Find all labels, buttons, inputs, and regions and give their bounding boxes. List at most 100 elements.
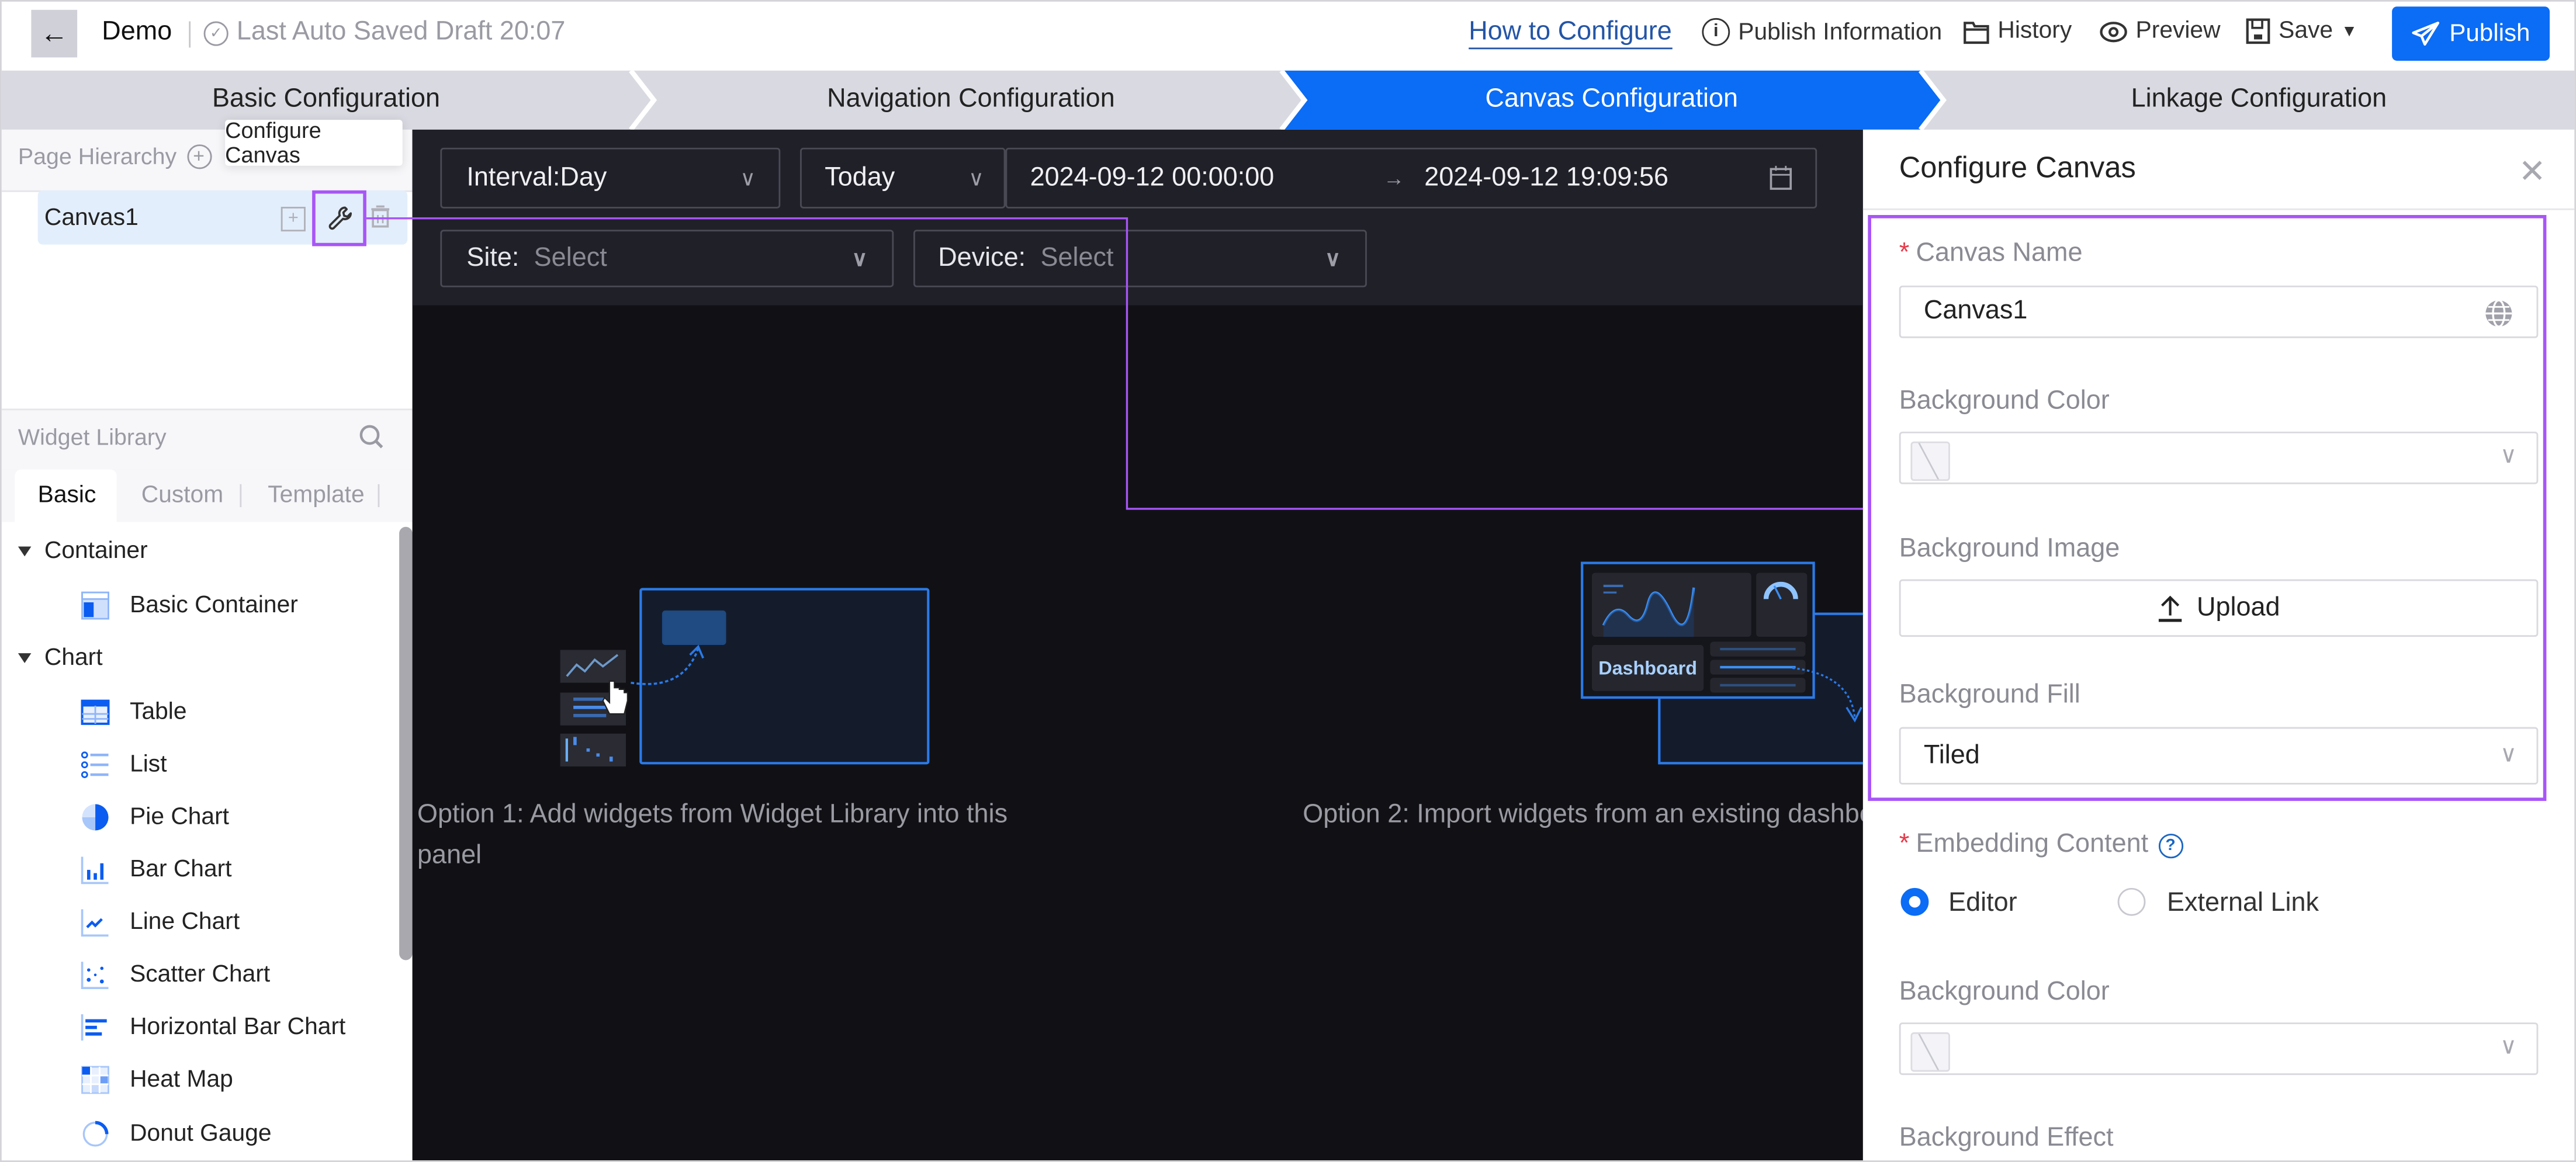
upload-label: Upload (2196, 593, 2280, 622)
publish-information-label: Publish Information (1738, 19, 1943, 46)
widget-donut-gauge[interactable]: Donut Gauge (81, 1118, 272, 1150)
interval-value: Interval:Day (466, 163, 607, 192)
range-value: Today (825, 163, 895, 192)
option1-text: Option 1: Add widgets from Widget Librar… (417, 800, 1008, 870)
step-canvas-configuration[interactable]: Canvas Configuration (1292, 71, 1932, 130)
preview-button[interactable]: Preview (2100, 18, 2221, 44)
widget-library-title: Widget Library (18, 423, 167, 450)
bg-color2-label: Background Color (1899, 978, 2110, 1007)
widget-label: Donut Gauge (130, 1121, 272, 1147)
container-icon (81, 591, 109, 620)
scrollbar[interactable] (399, 526, 413, 960)
delete-icon[interactable] (371, 205, 390, 228)
history-label: History (1997, 18, 2072, 44)
tab-template[interactable]: Template (268, 483, 364, 509)
step-linkage-configuration[interactable]: Linkage Configuration (1940, 71, 2574, 130)
widget-list[interactable]: List (81, 748, 167, 781)
how-to-configure-link[interactable]: How to Configure (1469, 18, 1672, 50)
canvas-name-value: Canvas1 (1923, 297, 2028, 325)
tab-basic[interactable]: Basic (38, 483, 96, 509)
chevron-down-icon: ∨ (968, 165, 984, 190)
widget-label: Basic Container (130, 592, 298, 619)
radio-editor-label[interactable]: Editor (1948, 890, 2017, 920)
close-icon[interactable]: ✕ (2519, 151, 2546, 192)
end-date[interactable]: 2024-09-12 19:09:56 (1424, 164, 1668, 193)
scatter-chart-icon (81, 962, 109, 990)
globe-icon[interactable] (2484, 299, 2514, 328)
tab-custom[interactable]: Custom (141, 483, 223, 509)
device-select[interactable]: Device: Select ∨ (913, 230, 1367, 287)
bg-color-picker[interactable]: ∨ (1899, 431, 2539, 484)
bg-color2-picker[interactable]: ∨ (1899, 1022, 2539, 1076)
save-button[interactable]: Save ▼ (2246, 18, 2357, 44)
radio-editor[interactable] (1900, 887, 1929, 916)
group-container[interactable]: Container (18, 538, 148, 564)
arrow-left-icon: ← (40, 17, 68, 48)
back-button[interactable]: ← (31, 9, 78, 58)
range-select[interactable]: Today ∨ (800, 147, 1006, 209)
radio-external-link[interactable] (2117, 887, 2146, 916)
upload-button[interactable]: Upload (1899, 579, 2539, 637)
color-swatch-none (1910, 441, 1950, 481)
interval-select[interactable]: Interval:Day ∨ (440, 147, 781, 209)
widget-line-chart[interactable]: Line Chart (81, 906, 240, 939)
widget-table[interactable]: Table (81, 696, 187, 729)
app-title: Demo (102, 18, 172, 46)
widget-label: List (130, 751, 167, 778)
save-status: ✓ Last Auto Saved Draft 20:07 (203, 18, 565, 48)
caret-down-icon: ▼ (2341, 22, 2357, 40)
bg-image-label: Background Image (1899, 535, 2120, 563)
publish-button[interactable]: Publish (2392, 6, 2550, 61)
pie-chart-icon (82, 804, 109, 831)
floppy-disk-icon (2246, 18, 2270, 44)
page-hierarchy-title: Page Hierarchy + (18, 143, 212, 169)
bg-fill-label: Background Fill (1899, 681, 2080, 709)
radio-external-link-label[interactable]: External Link (2167, 890, 2319, 920)
info-icon: i (1702, 18, 1730, 46)
help-icon[interactable]: ? (2158, 833, 2183, 858)
heat-map-icon (81, 1066, 109, 1094)
widget-pie-chart[interactable]: Pie Chart (81, 801, 229, 834)
group-label: Chart (44, 645, 103, 672)
chevron-down-icon: ∨ (2499, 441, 2517, 468)
bg-effect-label: Background Effect (1899, 1124, 2114, 1153)
bar-chart-icon (81, 856, 109, 884)
site-label: Site: (466, 244, 520, 272)
widget-basic-container[interactable]: Basic Container (81, 589, 298, 622)
chevron-down-icon: ∨ (2499, 1032, 2517, 1059)
device-placeholder: Select (1040, 244, 1114, 272)
option2-illustration: Dashboard (1581, 561, 1863, 765)
widget-label: Heat Map (130, 1067, 233, 1093)
search-icon[interactable] (358, 424, 385, 450)
add-page-icon[interactable]: + (186, 143, 212, 168)
date-range-picker[interactable]: 2024-09-12 00:00:00 → 2024-09-12 19:09:5… (1005, 147, 1817, 209)
history-button[interactable]: History (1963, 18, 2072, 44)
preview-label: Preview (2135, 18, 2221, 44)
option1-illustration (560, 588, 930, 766)
widget-label: Horizontal Bar Chart (130, 1014, 346, 1041)
publish-information-button[interactable]: i Publish Information (1702, 18, 1942, 46)
configure-canvas-button[interactable] (312, 190, 366, 247)
calendar-icon[interactable] (1770, 165, 1792, 190)
widget-scatter-chart[interactable]: Scatter Chart (81, 959, 270, 991)
site-select[interactable]: Site: Select ∨ (440, 230, 894, 287)
widget-label: Scatter Chart (130, 962, 271, 988)
dashboard-thumb-label: Dashboard (1598, 658, 1697, 679)
start-date[interactable]: 2024-09-12 00:00:00 (1030, 164, 1275, 193)
widget-label: Pie Chart (130, 804, 230, 831)
group-chart[interactable]: Chart (18, 645, 103, 671)
bg-color-label: Background Color (1899, 387, 2110, 415)
save-label: Save (2279, 18, 2333, 44)
step-navigation-configuration[interactable]: Navigation Configuration (650, 71, 1291, 130)
chevron-down-icon: ∨ (740, 165, 756, 190)
add-subpage-icon[interactable]: + (281, 206, 306, 232)
widget-bar-chart[interactable]: Bar Chart (81, 854, 232, 886)
required-marker: * (1899, 240, 1910, 268)
chevron-down-icon: ∨ (2499, 740, 2517, 766)
widget-horizontal-bar-chart[interactable]: Horizontal Bar Chart (81, 1011, 346, 1044)
widget-heat-map[interactable]: Heat Map (81, 1063, 233, 1096)
send-icon (2412, 22, 2439, 46)
bg-fill-select[interactable]: Tiled ∨ (1899, 727, 2539, 785)
canvas-name-input[interactable]: Canvas1 (1899, 285, 2539, 338)
tab-divider (378, 484, 380, 508)
